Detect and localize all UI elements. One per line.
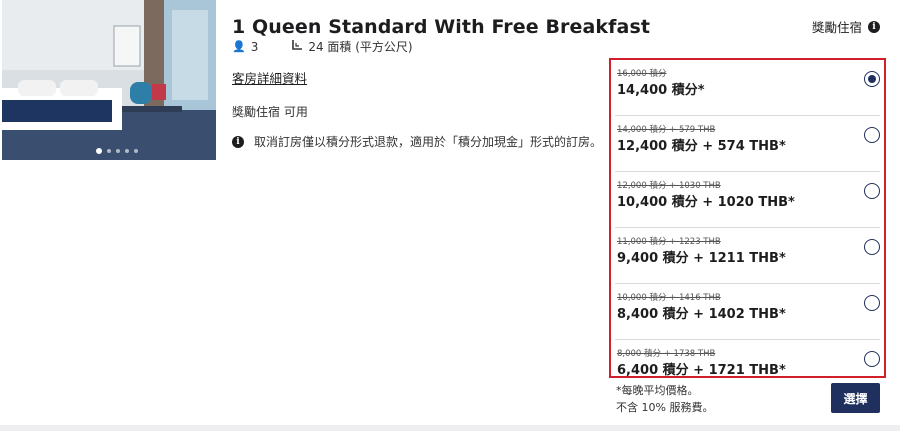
rate-option[interactable]: 12,000 積分 + 1030 THB 10,400 積分 + 1020 THB…: [615, 172, 880, 228]
rate-price: 12,400 積分 + 574 THB*: [617, 139, 786, 154]
photo-pagination-dots[interactable]: [96, 148, 138, 154]
room-meta: 👤 3 24 面積 (平方公尺): [232, 38, 413, 55]
rate-price: 9,400 積分 + 1211 THB*: [617, 251, 786, 266]
room-details-link[interactable]: 客房詳細資料: [232, 68, 307, 87]
rate-radio[interactable]: [864, 239, 880, 255]
floor-area-icon: [292, 40, 303, 53]
photo-dot[interactable]: [134, 149, 138, 153]
rate-option[interactable]: 16,000 積分 14,400 積分*: [615, 60, 880, 116]
room-photo[interactable]: [2, 0, 216, 160]
footnote-line: 不含 10% 服務費。: [616, 401, 714, 414]
reward-stay-label: 獎勵住宿: [811, 20, 862, 35]
rate-option[interactable]: 10,000 積分 + 1416 THB 8,400 積分 + 1402 THB*: [615, 284, 880, 340]
guest-count: 3: [250, 39, 259, 54]
card-divider: [0, 425, 900, 431]
original-price: 8,000 積分 + 1738 THB: [617, 349, 716, 359]
original-price: 14,000 積分 + 579 THB: [617, 125, 716, 135]
rate-radio[interactable]: [864, 295, 880, 311]
person-icon: 👤: [232, 40, 246, 53]
room-area: 24 面積 (平方公尺): [308, 40, 413, 54]
rate-radio[interactable]: [864, 183, 880, 199]
photo-dot[interactable]: [125, 149, 129, 153]
rate-price: 10,400 積分 + 1020 THB*: [617, 195, 795, 210]
rate-options: 16,000 積分 14,400 積分* 14,000 積分 + 579 THB 12…: [609, 58, 886, 378]
original-price: 10,000 積分 + 1416 THB: [617, 293, 721, 303]
info-icon[interactable]: i: [868, 20, 880, 33]
reward-stay-header: 獎勵住宿 i: [812, 17, 880, 36]
rate-radio[interactable]: [864, 351, 880, 367]
select-button[interactable]: 選擇: [831, 383, 880, 413]
footnote-line: *每晚平均價格。: [616, 384, 699, 397]
photo-dot[interactable]: [96, 148, 102, 154]
room-card: 1 Queen Standard With Free Breakfast 👤 3…: [0, 0, 900, 431]
rate-price: 6,400 積分 + 1721 THB*: [617, 363, 786, 378]
rate-price: 14,400 積分*: [617, 83, 705, 98]
room-title: 1 Queen Standard With Free Breakfast: [232, 16, 651, 38]
original-price: 11,000 積分 + 1223 THB: [617, 237, 721, 247]
original-price: 12,000 積分 + 1030 THB: [617, 181, 721, 191]
availability-status: 獎勵住宿 可用: [232, 105, 308, 119]
info-icon: i: [232, 135, 244, 148]
rate-radio[interactable]: [864, 127, 880, 143]
photo-dot[interactable]: [107, 149, 111, 153]
rate-option[interactable]: 11,000 積分 + 1223 THB 9,400 積分 + 1211 THB*: [615, 228, 880, 284]
cancellation-notice-text: 取消訂房僅以積分形式退款，適用於「積分加現金」形式的訂房。: [254, 135, 603, 149]
original-price: 16,000 積分: [617, 69, 667, 79]
cancellation-notice: i 取消訂房僅以積分形式退款，適用於「積分加現金」形式的訂房。: [232, 133, 602, 150]
room-photo-image: [2, 0, 216, 160]
photo-dot[interactable]: [116, 149, 120, 153]
rate-option[interactable]: 14,000 積分 + 579 THB 12,400 積分 + 574 THB*: [615, 116, 880, 172]
price-footnote: *每晚平均價格。 不含 10% 服務費。: [616, 382, 713, 416]
rate-radio[interactable]: [864, 71, 880, 87]
rate-price: 8,400 積分 + 1402 THB*: [617, 307, 786, 322]
